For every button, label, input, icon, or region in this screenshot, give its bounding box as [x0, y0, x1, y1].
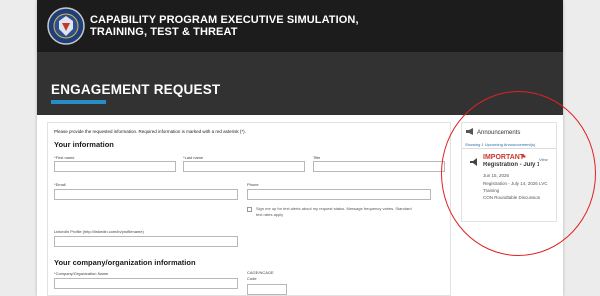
- first-name-label: *First name: [54, 155, 75, 160]
- brand-line-2: TRAINING, TEST & THREAT: [90, 26, 238, 38]
- phone-label: Phone: [247, 182, 259, 187]
- page-title: ENGAGEMENT REQUEST: [51, 82, 221, 97]
- sms-opt-in-text: Sign me up for text alerts about my requ…: [256, 206, 412, 218]
- phone-field[interactable]: [247, 189, 431, 200]
- form-intro: Please provide the requested information…: [54, 129, 246, 134]
- linkedin-field[interactable]: [54, 236, 238, 247]
- brand-line-1: CAPABILITY PROGRAM EXECUTIVE SIMULATION,: [90, 14, 359, 26]
- linkedin-label: LinkedIn Profile (http://linkedin.com/in…: [54, 229, 144, 234]
- title-accent-bar: [51, 100, 106, 104]
- brand-name: CAPABILITY PROGRAM EXECUTIVE SIMULATION,…: [90, 14, 359, 38]
- engagement-form: Please provide the requested information…: [47, 122, 451, 296]
- title-label: Title: [313, 155, 321, 160]
- section-title-your-information: Your information: [54, 140, 114, 149]
- section-title-company-information: Your company/organization information: [54, 258, 196, 267]
- first-name-field[interactable]: [54, 161, 176, 172]
- last-name-field[interactable]: [183, 161, 305, 172]
- title-field[interactable]: [313, 161, 445, 172]
- last-name-label: *Last name: [183, 155, 204, 160]
- site-header: CAPABILITY PROGRAM EXECUTIVE SIMULATION,…: [37, 0, 563, 52]
- sms-opt-in-line-2: text rates apply: [256, 212, 284, 217]
- company-name-label: *Company/Organization Name: [54, 271, 109, 276]
- seal-icon[interactable]: [47, 7, 85, 45]
- highlight-circle: [441, 91, 596, 256]
- email-label: *Email: [54, 182, 66, 187]
- sms-opt-in-checkbox[interactable]: [247, 207, 252, 212]
- email-field[interactable]: [54, 189, 238, 200]
- cage-code-label: CAGE/NCAGE Code: [247, 270, 274, 281]
- company-name-field[interactable]: [54, 278, 238, 289]
- cage-code-field[interactable]: [247, 284, 287, 295]
